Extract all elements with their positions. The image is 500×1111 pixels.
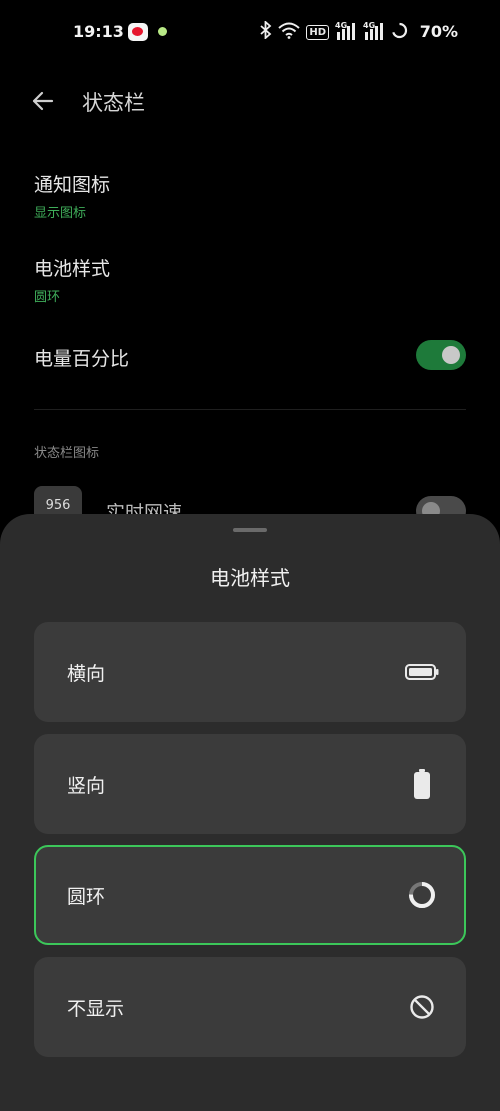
setting-value: 显示图标: [34, 206, 87, 221]
battery-percent: 70%: [419, 22, 458, 41]
option-label: 不显示: [67, 998, 125, 1020]
battery-percentage-toggle[interactable]: [416, 340, 466, 370]
divider: [34, 409, 466, 410]
setting-battery-style[interactable]: 电池样式 圆环: [34, 254, 466, 305]
option-label: 横向: [67, 663, 106, 685]
page-header: 状态栏: [0, 80, 500, 124]
section-header: 状态栏图标: [34, 446, 100, 461]
option-label: 竖向: [67, 775, 106, 797]
back-arrow-icon: [32, 91, 54, 111]
status-time: 19:13: [73, 22, 124, 41]
option-vertical[interactable]: 竖向: [34, 734, 466, 834]
setting-notification-icons[interactable]: 通知图标 显示图标: [34, 170, 466, 221]
weibo-notification-icon: [128, 23, 148, 41]
setting-title: 电量百分比: [34, 348, 130, 370]
setting-title: 电池样式: [34, 258, 111, 280]
notification-dot-icon: [158, 27, 167, 36]
signal-1-icon: 4G: [335, 21, 357, 41]
option-horizontal[interactable]: 横向: [34, 622, 466, 722]
wifi-icon: [278, 22, 300, 43]
battery-ring-icon: [404, 879, 440, 911]
setting-value: 圆环: [34, 290, 61, 305]
setting-battery-percentage: 电量百分比: [34, 340, 466, 372]
page-title: 状态栏: [82, 91, 145, 115]
battery-vertical-icon: [404, 768, 440, 800]
back-button[interactable]: [28, 86, 62, 116]
option-label: 圆环: [67, 886, 106, 908]
option-ring[interactable]: 圆环: [34, 845, 466, 945]
battery-style-sheet: 电池样式 横向 竖向 圆环 不显示: [0, 514, 500, 1111]
toggle-knob: [442, 346, 460, 364]
status-bar: 19:13 HD 4G 4G 70%: [0, 0, 500, 64]
bluetooth-icon: [260, 19, 272, 43]
signal-2-icon: 4G: [363, 21, 385, 41]
sheet-drag-handle[interactable]: [233, 528, 267, 532]
hidden-icon: [404, 991, 440, 1023]
hd-badge-icon: HD: [306, 24, 329, 40]
setting-title: 通知图标: [34, 174, 111, 196]
option-hidden[interactable]: 不显示: [34, 957, 466, 1057]
battery-ring-status-icon: [391, 22, 408, 43]
battery-horizontal-icon: [404, 656, 440, 688]
sheet-title: 电池样式: [210, 566, 290, 590]
status-icons: HD 4G 4G: [260, 19, 408, 44]
